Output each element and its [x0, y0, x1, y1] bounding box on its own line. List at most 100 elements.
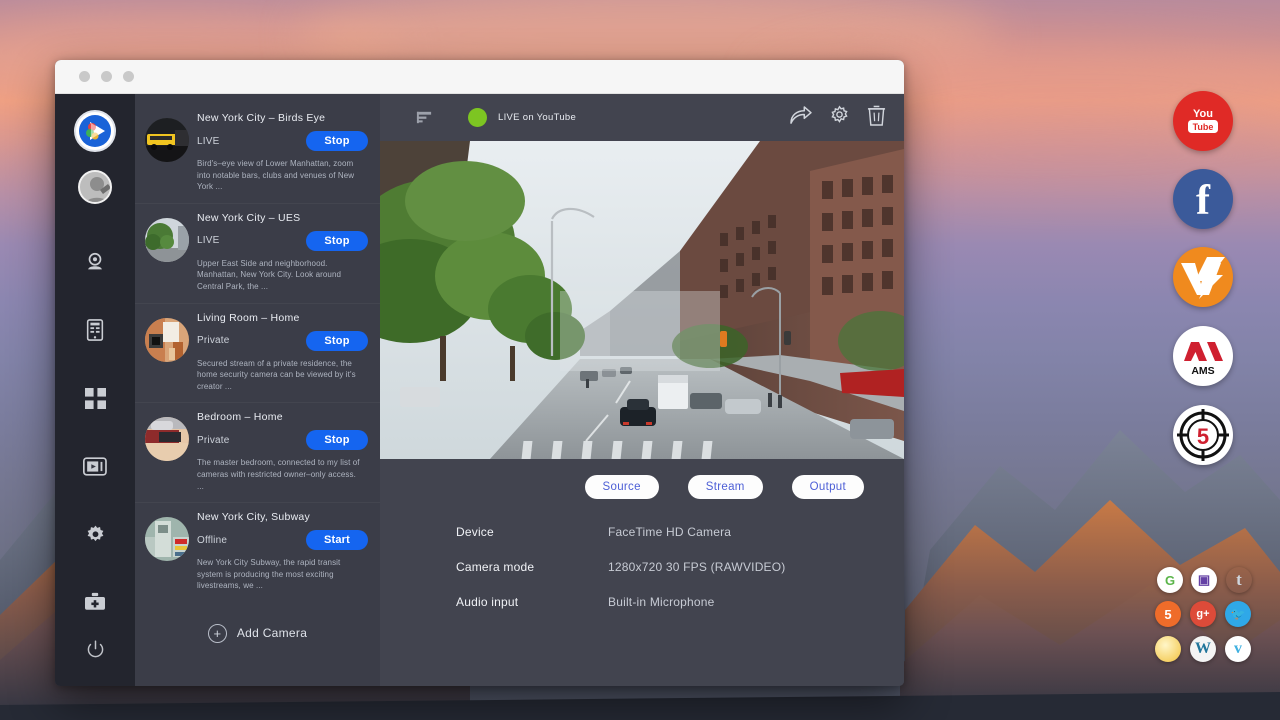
- camera-description: Bird's–eye view of Lower Manhattan, zoom…: [197, 158, 368, 193]
- youtube-icon: You Tube: [1182, 104, 1224, 138]
- tv-icon: [83, 457, 107, 476]
- sidebar-item-device[interactable]: [75, 310, 115, 350]
- camera-status-row: Private Stop: [197, 430, 368, 450]
- main-pane: LIVE on YouTube: [380, 94, 904, 686]
- camera-description: Upper East Side and neighborhood. Manhat…: [197, 258, 368, 293]
- thumb-living-room: [145, 318, 189, 362]
- camera-description: New York City Subway, the rapid transit …: [197, 557, 368, 592]
- sidebar-item-settings[interactable]: [75, 514, 115, 554]
- info-value[interactable]: FaceTime HD Camera: [608, 525, 731, 539]
- settings-button[interactable]: [829, 105, 850, 131]
- svg-text:Tube: Tube: [1193, 122, 1214, 132]
- info-row-device: Device FaceTime HD Camera: [456, 525, 904, 539]
- grid-icon: [85, 388, 106, 409]
- tablet-icon: [85, 319, 105, 341]
- dock-icon-wordpress[interactable]: W: [1190, 636, 1216, 662]
- dock-icon-twitter[interactable]: 🐦: [1225, 601, 1251, 627]
- dock-icon-youtube[interactable]: You Tube: [1173, 91, 1233, 151]
- sidebar-item-broadcast[interactable]: [75, 446, 115, 486]
- camera-toggle-button[interactable]: Stop: [306, 331, 368, 351]
- tab-output[interactable]: Output: [792, 475, 864, 499]
- camera-state: Private: [197, 335, 230, 346]
- sidebar-item-app-logo[interactable]: [74, 110, 116, 152]
- dock-icon-tumblr[interactable]: t: [1226, 567, 1252, 593]
- zoom-button[interactable]: [123, 71, 134, 82]
- thumb-ues: [145, 218, 189, 262]
- info-label: Camera mode: [456, 560, 608, 574]
- svg-text:AMS: AMS: [1191, 365, 1214, 377]
- window-titlebar: [55, 60, 904, 94]
- add-camera-button[interactable]: + Add Camera: [135, 624, 380, 643]
- list-item[interactable]: New York City, Subway Offline Start New …: [135, 502, 380, 602]
- play-logo-icon: [78, 114, 112, 148]
- share-button[interactable]: [789, 106, 812, 130]
- trash-icon: [867, 105, 886, 126]
- tab-stream[interactable]: Stream: [688, 475, 763, 499]
- camera-status-row: Offline Start: [197, 530, 368, 550]
- dock-icon-wirecast[interactable]: [1173, 247, 1233, 307]
- camera-thumbnail: [145, 417, 189, 461]
- camera-state: Offline: [197, 535, 227, 546]
- camera-title: New York City – UES: [197, 212, 368, 224]
- info-value[interactable]: 1280x720 30 FPS (RAWVIDEO): [608, 560, 786, 574]
- minimize-button[interactable]: [101, 71, 112, 82]
- dock-icon-target-five[interactable]: 5: [1173, 405, 1233, 465]
- camera-state: LIVE: [197, 235, 219, 246]
- dock-icon-vimeo[interactable]: v: [1225, 636, 1251, 662]
- camera-toggle-button[interactable]: Start: [306, 530, 368, 550]
- sidebar-item-user-avatar[interactable]: [78, 170, 112, 204]
- main-toolbar: LIVE on YouTube: [380, 94, 904, 141]
- tab-source[interactable]: Source: [585, 475, 659, 499]
- camera-toggle-button[interactable]: Stop: [306, 231, 368, 251]
- camera-thumbnail: [145, 118, 189, 162]
- camera-state: Private: [197, 435, 230, 446]
- dock-icon-g-app[interactable]: G: [1157, 567, 1183, 593]
- sidebar-rail: [55, 94, 135, 686]
- street-scene: [380, 141, 904, 459]
- power-icon: [86, 640, 105, 659]
- camera-list[interactable]: New York City – Birds Eye LIVE Stop Bird…: [135, 94, 380, 686]
- camera-title: Living Room – Home: [197, 312, 368, 324]
- filter-button[interactable]: [380, 109, 468, 126]
- dock-icon-sun-app[interactable]: [1155, 636, 1181, 662]
- sidebar-item-power[interactable]: [86, 640, 105, 664]
- svg-text:5: 5: [1197, 424, 1209, 449]
- close-button[interactable]: [79, 71, 90, 82]
- list-item[interactable]: Living Room – Home Private Stop Secured …: [135, 303, 380, 403]
- camera-status-row: LIVE Stop: [197, 231, 368, 251]
- camera-status-row: Private Stop: [197, 331, 368, 351]
- dock-icon-adobe-ams[interactable]: AMS: [1173, 326, 1233, 386]
- toolbar-actions: [789, 105, 886, 131]
- camera-toggle-button[interactable]: Stop: [306, 131, 368, 151]
- list-filter-icon: [416, 109, 433, 126]
- dock-icon-facebook[interactable]: f: [1173, 169, 1233, 229]
- facebook-icon: f: [1189, 178, 1217, 220]
- gear-icon: [829, 105, 850, 126]
- source-info-table: Device FaceTime HD Camera Camera mode 12…: [380, 499, 904, 630]
- avatar-icon: [80, 172, 112, 204]
- dock-icon-five-app[interactable]: 5: [1155, 601, 1181, 627]
- list-item[interactable]: Bedroom – Home Private Stop The master b…: [135, 402, 380, 502]
- camera-toggle-button[interactable]: Stop: [306, 430, 368, 450]
- wirecast-icon: [1177, 251, 1229, 303]
- live-status: LIVE on YouTube: [468, 108, 576, 127]
- video-preview[interactable]: [380, 141, 904, 459]
- sidebar-item-toolkit[interactable]: [75, 582, 115, 622]
- sidebar-item-dashboard[interactable]: [75, 378, 115, 418]
- live-label: LIVE on YouTube: [498, 112, 576, 123]
- thumb-subway: [145, 517, 189, 561]
- info-value[interactable]: Built-in Microphone: [608, 595, 715, 609]
- info-label: Device: [456, 525, 608, 539]
- camera-thumbnail: [145, 517, 189, 561]
- window-body: New York City – Birds Eye LIVE Stop Bird…: [55, 94, 904, 686]
- thumb-bedroom: [145, 417, 189, 461]
- dock-icon-google-plus[interactable]: g+: [1190, 601, 1216, 627]
- camera-title: Bedroom – Home: [197, 411, 368, 423]
- sidebar-item-cameras[interactable]: [75, 242, 115, 282]
- list-item[interactable]: New York City – UES LIVE Stop Upper East…: [135, 203, 380, 303]
- webcam-icon: [84, 251, 106, 273]
- camera-title: New York City – Birds Eye: [197, 112, 368, 124]
- delete-button[interactable]: [867, 105, 886, 131]
- list-item[interactable]: New York City – Birds Eye LIVE Stop Bird…: [135, 104, 380, 203]
- dock-icon-twitch[interactable]: ▣: [1191, 567, 1217, 593]
